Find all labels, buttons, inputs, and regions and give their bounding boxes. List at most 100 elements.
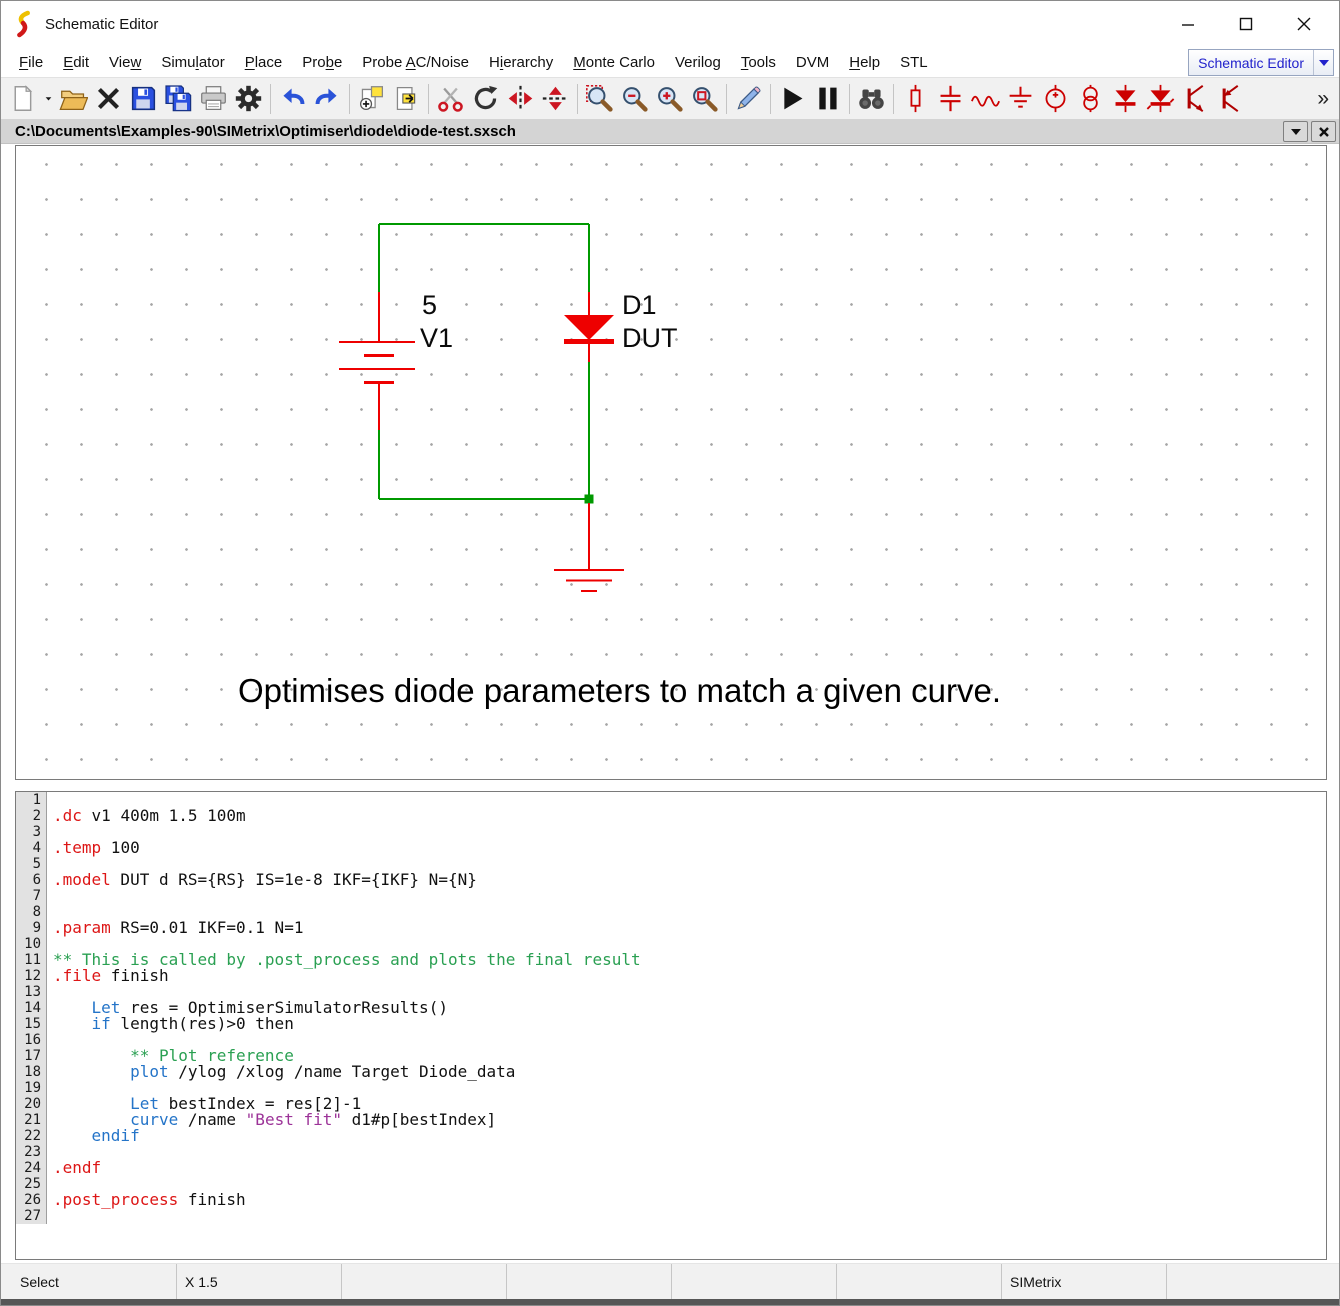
line-number: 3 (16, 824, 47, 840)
flip-horizontal-button[interactable] (503, 82, 538, 116)
menu-edit[interactable]: Edit (53, 51, 99, 74)
schematic-caption[interactable]: Optimises diode parameters to match a gi… (238, 672, 1001, 710)
status-cell-2 (342, 1264, 507, 1300)
wire-junction[interactable] (585, 495, 594, 504)
zoom-area-button[interactable] (687, 82, 722, 116)
place-inductor-button[interactable] (968, 82, 1003, 116)
path-bar: C:\Documents\Examples-90\SIMetrix\Optimi… (1, 120, 1339, 144)
v1-battery-component[interactable] (339, 292, 415, 430)
menu-file[interactable]: File (9, 51, 53, 74)
menu-view[interactable]: View (99, 51, 151, 74)
redo-button[interactable] (310, 82, 345, 116)
maximize-button[interactable] (1217, 6, 1275, 42)
save-all-button[interactable] (161, 82, 196, 116)
code-line: 11** This is called by .post_process and… (16, 952, 1326, 968)
status-cell-simetrix: SIMetrix (1002, 1264, 1167, 1300)
status-cell-4 (672, 1264, 837, 1300)
menu-place[interactable]: Place (235, 51, 293, 74)
netlist-editor[interactable]: 12.dc v1 400m 1.5 100m34.temp 10056.mode… (15, 791, 1327, 1260)
annotate-button[interactable] (731, 82, 766, 116)
close-button[interactable] (1275, 6, 1333, 42)
ground-symbol[interactable] (554, 503, 624, 591)
place-capacitor-button[interactable] (933, 82, 968, 116)
menu-stl[interactable]: STL (890, 51, 938, 74)
menu-hierarchy[interactable]: Hierarchy (479, 51, 563, 74)
menu-simulator[interactable]: Simulator (151, 51, 234, 74)
zoom-in-icon (655, 84, 684, 113)
file-path: C:\Documents\Examples-90\SIMetrix\Optimi… (15, 123, 1283, 140)
toolbar-separator (726, 84, 727, 114)
zoom-in-button[interactable] (652, 82, 687, 116)
rotate-button[interactable] (468, 82, 503, 116)
menu-help[interactable]: Help (839, 51, 890, 74)
code-text: .model DUT d RS={RS} IS=1e-8 IKF={IKF} N… (47, 872, 477, 888)
toolbar-separator (577, 84, 578, 114)
d1-diode-component[interactable] (564, 292, 614, 362)
menu-probe-ac-noise[interactable]: Probe AC/Noise (352, 51, 479, 74)
v1-ref-label[interactable]: V1 (420, 323, 453, 353)
line-number: 26 (16, 1192, 47, 1208)
place-voltage-source-button[interactable] (1038, 82, 1073, 116)
place-diode-button[interactable] (1108, 82, 1143, 116)
place-current-source-button[interactable] (1073, 82, 1108, 116)
status-cell-3 (507, 1264, 672, 1300)
code-line: 2.dc v1 400m 1.5 100m (16, 808, 1326, 824)
circuit-wires[interactable] (379, 224, 589, 499)
window-list-dropdown-button[interactable] (1283, 121, 1308, 142)
menu-monte-carlo[interactable]: Monte Carlo (563, 51, 665, 74)
code-text: .dc v1 400m 1.5 100m (47, 808, 246, 824)
cut-button[interactable] (433, 82, 468, 116)
d1-ref-label[interactable]: D1 (622, 290, 657, 320)
new-file-dropdown-button[interactable] (40, 82, 56, 116)
menu-verilog[interactable]: Verilog (665, 51, 731, 74)
place-npn-transistor-button[interactable] (1178, 82, 1213, 116)
line-number: 13 (16, 984, 47, 1000)
v1-value-label[interactable]: 5 (422, 290, 437, 320)
zoom-fit-button[interactable] (582, 82, 617, 116)
pause-simulation-icon (813, 84, 842, 113)
save-button[interactable] (126, 82, 161, 116)
flip-vertical-button[interactable] (538, 82, 573, 116)
new-file-icon (8, 84, 37, 113)
add-sheet-button[interactable] (354, 82, 389, 116)
close-schematic-button[interactable] (91, 82, 126, 116)
print-icon (199, 84, 228, 113)
toolbar-separator (428, 84, 429, 114)
menu-bar: FileEditViewSimulatorPlaceProbeProbe AC/… (1, 47, 1339, 77)
code-line: 22 endif (16, 1128, 1326, 1144)
run-simulation-button[interactable] (775, 82, 810, 116)
place-inductor-icon (971, 84, 1000, 113)
toolbar-separator (849, 84, 850, 114)
pause-simulation-button[interactable] (810, 82, 845, 116)
d1-model-label[interactable]: DUT (622, 323, 678, 353)
place-ground-button[interactable] (1003, 82, 1038, 116)
add-sheet-icon (357, 84, 386, 113)
toolbar-overflow-button[interactable]: » (1317, 87, 1329, 111)
close-icon (1319, 127, 1329, 137)
minimize-button[interactable] (1159, 6, 1217, 42)
schematic-canvas[interactable]: 5 V1 D1 DUT Optimises diode parameters t… (15, 145, 1327, 780)
menu-probe[interactable]: Probe (292, 51, 352, 74)
line-number: 15 (16, 1016, 47, 1032)
print-button[interactable] (196, 82, 231, 116)
zoom-area-icon (690, 84, 719, 113)
code-text: .param RS=0.01 IKF=0.1 N=1 (47, 920, 303, 936)
close-sheet-button[interactable] (1311, 121, 1336, 142)
code-line: 15 if length(res)>0 then (16, 1016, 1326, 1032)
chevron-down-icon[interactable] (1313, 50, 1333, 75)
line-number: 18 (16, 1064, 47, 1080)
new-file-button[interactable] (5, 82, 40, 116)
menu-tools[interactable]: Tools (731, 51, 786, 74)
undo-button[interactable] (275, 82, 310, 116)
menu-dvm[interactable]: DVM (786, 51, 839, 74)
zoom-out-button[interactable] (617, 82, 652, 116)
export-sheet-button[interactable] (389, 82, 424, 116)
place-zener-diode-button[interactable] (1143, 82, 1178, 116)
place-resistor-button[interactable] (898, 82, 933, 116)
mode-selector[interactable]: Schematic Editor (1188, 49, 1334, 76)
settings-button[interactable] (231, 82, 266, 116)
place-pnp-transistor-button[interactable] (1213, 82, 1248, 116)
open-button[interactable] (56, 82, 91, 116)
find-button[interactable] (854, 82, 889, 116)
code-text: .temp 100 (47, 840, 140, 856)
